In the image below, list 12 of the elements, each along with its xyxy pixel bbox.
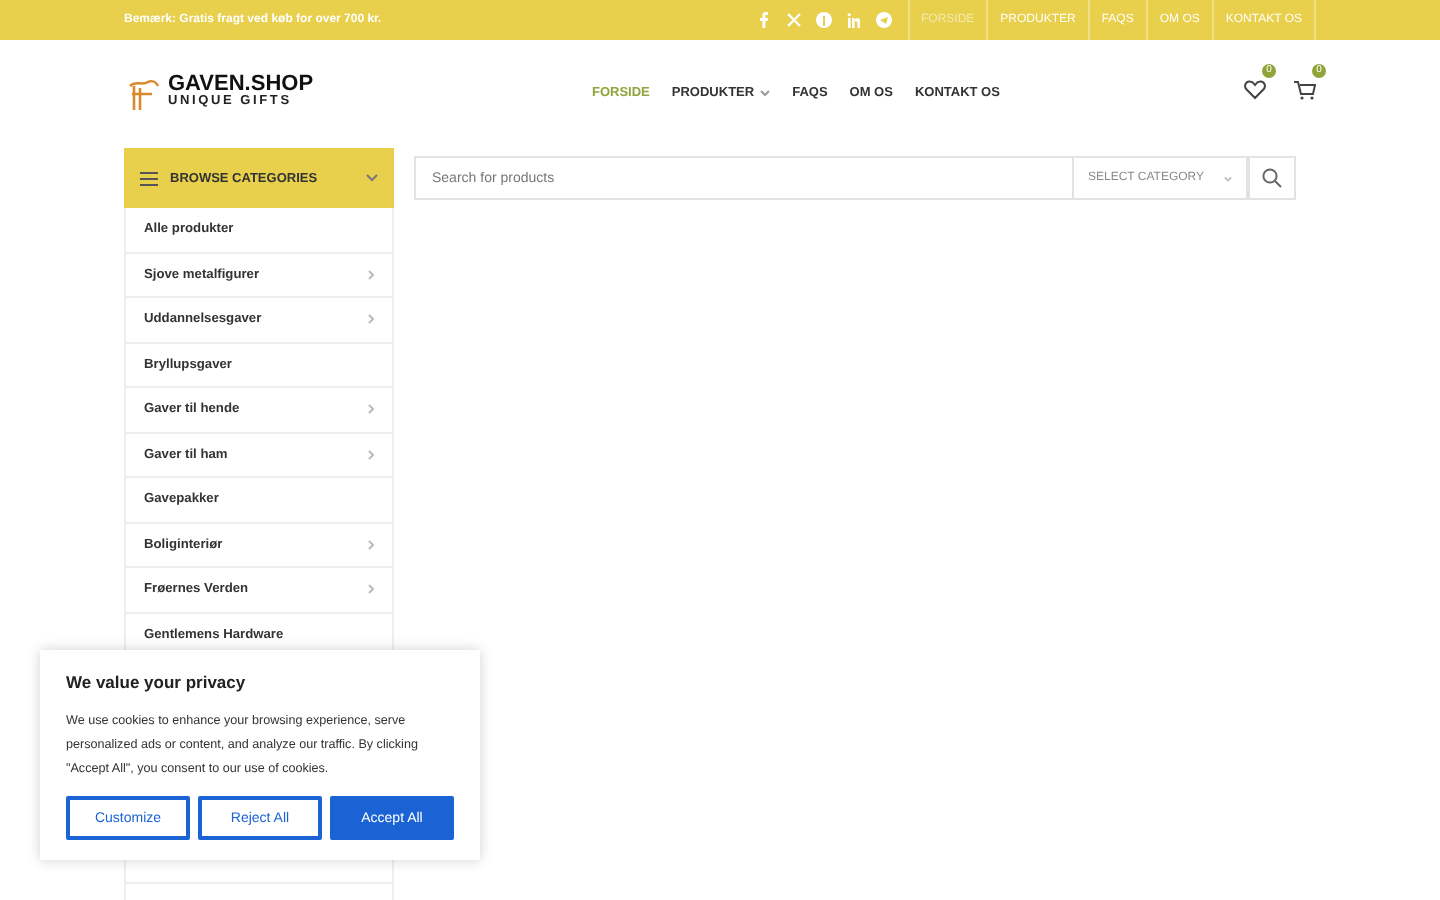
cart-icon[interactable] (1294, 80, 1316, 100)
chevron-down-icon (366, 174, 378, 182)
caret-icon (1224, 175, 1232, 181)
logo-title: GAVEN.SHOP (168, 74, 314, 97)
search-button[interactable] (1248, 156, 1296, 200)
heart-icon[interactable] (1244, 80, 1266, 100)
x-icon[interactable] (785, 12, 801, 28)
cookie-title: We value your privacy (66, 672, 248, 692)
menu-icon (140, 171, 158, 185)
linkedin-icon[interactable] (845, 12, 861, 28)
telegram-icon[interactable] (875, 12, 891, 28)
search-icon (1262, 168, 1282, 188)
